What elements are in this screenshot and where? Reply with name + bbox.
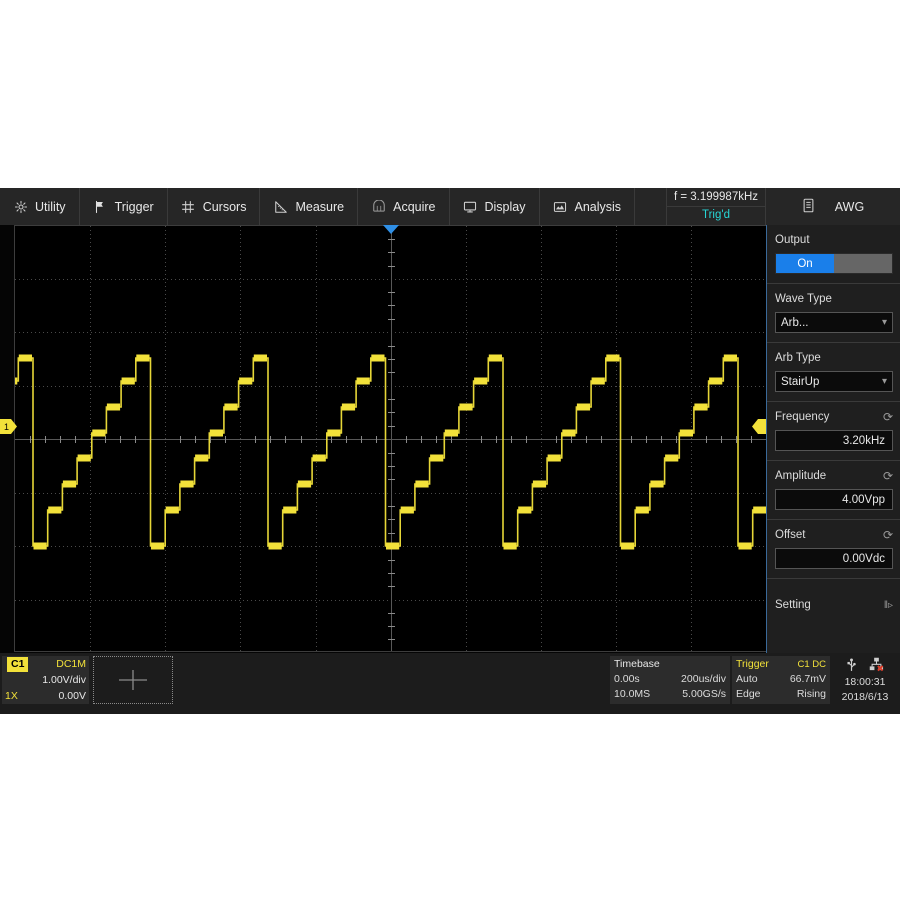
- menu-label-cursors: Cursors: [202, 199, 247, 214]
- awg-amplitude-field[interactable]: 4.00Vpp: [775, 489, 893, 510]
- menu-item-cursors[interactable]: Cursors: [168, 188, 261, 225]
- menu-label-trigger: Trigger: [114, 199, 154, 214]
- waveform-display-area[interactable]: 1: [0, 225, 768, 653]
- menu-label-analysis: Analysis: [574, 199, 622, 214]
- timebase-time-div: 200us/div: [681, 673, 726, 685]
- awg-amplitude-label: Amplitude: [775, 470, 827, 482]
- trigger-status-badge: Trig'd: [667, 206, 765, 224]
- awg-list-icon: [802, 198, 815, 216]
- analysis-icon: [553, 199, 568, 214]
- frequency-counter: f = 3.199987kHz Trig'd: [667, 188, 766, 225]
- monitor-icon: [463, 199, 478, 214]
- awg-output-section: Output On: [767, 225, 900, 284]
- measure-triangle-icon: [273, 199, 288, 214]
- clock-box: 18:00:31 2018/6/13: [832, 656, 898, 704]
- awg-wavetype-section: Wave Type Arb... ▾: [767, 284, 900, 343]
- awg-arbtype-section: Arb Type StairUp ▾: [767, 343, 900, 402]
- waveform-trace: [15, 354, 768, 550]
- awg-panel-header: AWG: [766, 188, 900, 226]
- crosshair-grid-icon: [181, 199, 196, 214]
- clock-time: 18:00:31: [844, 676, 886, 688]
- awg-title: AWG: [834, 199, 865, 214]
- awg-output-off-state[interactable]: [834, 254, 892, 273]
- awg-arbtype-select[interactable]: StairUp ▾: [775, 371, 893, 392]
- svg-text:1: 1: [4, 422, 9, 432]
- top-menu-bar: Utility Trigger Cursors Measure Acquire …: [0, 188, 766, 226]
- menu-item-utility[interactable]: Utility: [0, 188, 80, 225]
- menu-label-display: Display: [484, 199, 526, 214]
- trigger-type: Edge: [736, 688, 761, 700]
- menu-item-display[interactable]: Display: [450, 188, 540, 225]
- timebase-memory: 10.0MS: [614, 688, 651, 700]
- awg-wavetype-label: Wave Type: [775, 293, 832, 305]
- awg-offset-label: Offset: [775, 529, 806, 541]
- trigger-info-box[interactable]: Trigger C1 DC Auto 66.7mV Edge Rising: [732, 656, 830, 704]
- clock-date: 2018/6/13: [841, 691, 889, 703]
- trigger-position-marker[interactable]: [383, 225, 399, 234]
- awg-side-panel: Output On Wave Type Arb... ▾ Arb Type St…: [766, 225, 900, 653]
- timebase-title: Timebase: [614, 658, 660, 670]
- waveform-grid: [14, 225, 768, 652]
- timebase-info-box[interactable]: Timebase 0.00s 200us/div 10.0MS 5.00GS/s: [610, 656, 730, 704]
- timebase-sample-rate: 5.00GS/s: [682, 688, 726, 700]
- refresh-icon[interactable]: ⟳: [883, 527, 893, 543]
- awg-arbtype-value: StairUp: [781, 375, 820, 388]
- menu-item-trigger[interactable]: Trigger: [80, 188, 168, 225]
- awg-offset-value: 0.00Vdc: [842, 552, 885, 565]
- awg-setting-row[interactable]: Setting ‖▹: [767, 579, 900, 619]
- frequency-value: f = 3.199987kHz: [673, 191, 759, 203]
- menu-spacer: [635, 188, 667, 225]
- add-channel-placeholder[interactable]: [93, 656, 173, 704]
- awg-output-on-state[interactable]: On: [776, 254, 834, 273]
- trigger-mode: Auto: [736, 673, 758, 685]
- awg-setting-label: Setting: [775, 599, 811, 611]
- channel-offset-marker-left[interactable]: 1: [0, 419, 17, 434]
- menu-item-acquire[interactable]: Acquire: [358, 188, 450, 225]
- channel-coupling: DC1M: [56, 658, 86, 670]
- awg-wavetype-select[interactable]: Arb... ▾: [775, 312, 893, 333]
- menu-label-acquire: Acquire: [393, 199, 436, 214]
- chevron-down-icon: ▾: [881, 376, 887, 387]
- awg-frequency-field[interactable]: 3.20kHz: [775, 430, 893, 451]
- channel-name-badge: C1: [7, 657, 29, 672]
- timebase-delay: 0.00s: [614, 673, 640, 685]
- oscilloscope-screen: Utility Trigger Cursors Measure Acquire …: [0, 188, 900, 714]
- awg-frequency-label: Frequency: [775, 411, 830, 423]
- gear-icon: [13, 199, 28, 214]
- trigger-title: Trigger: [736, 658, 769, 670]
- awg-wavetype-value: Arb...: [781, 316, 809, 329]
- awg-output-toggle[interactable]: On: [775, 253, 893, 274]
- bottom-status-bar: C1 DC1M 1.00V/div 1X 0.00V Timebase 0.00s 2…: [0, 653, 900, 714]
- awg-frequency-value: 3.20kHz: [842, 434, 885, 447]
- awg-offset-section: Offset ⟳ 0.00Vdc: [767, 520, 900, 579]
- flag-icon: [93, 199, 108, 214]
- awg-arbtype-label: Arb Type: [775, 352, 821, 364]
- awg-amplitude-section: Amplitude ⟳ 4.00Vpp: [767, 461, 900, 520]
- awg-amplitude-value: 4.00Vpp: [842, 493, 885, 506]
- next-page-icon[interactable]: ‖▹: [884, 600, 893, 611]
- awg-output-label: Output: [775, 234, 810, 246]
- menu-item-measure[interactable]: Measure: [260, 188, 359, 225]
- channel-offset-value: 0.00V: [58, 690, 86, 702]
- usb-icon: [846, 657, 857, 675]
- lan-disconnected-icon: [869, 657, 884, 675]
- channel-volts-div: 1.00V/div: [42, 674, 86, 686]
- chevron-down-icon: ▾: [881, 317, 887, 328]
- refresh-icon[interactable]: ⟳: [883, 468, 893, 484]
- awg-frequency-section: Frequency ⟳ 3.20kHz: [767, 402, 900, 461]
- channel-probe: 1X: [5, 690, 18, 702]
- menu-label-measure: Measure: [295, 199, 345, 214]
- acquire-icon: [371, 199, 386, 214]
- trigger-level: 66.7mV: [789, 673, 826, 685]
- trigger-slope: Rising: [796, 688, 826, 700]
- channel-info-box[interactable]: C1 DC1M 1.00V/div 1X 0.00V: [2, 656, 89, 704]
- channel-offset-marker-right[interactable]: [752, 419, 767, 434]
- awg-offset-field[interactable]: 0.00Vdc: [775, 548, 893, 569]
- menu-item-analysis[interactable]: Analysis: [540, 188, 636, 225]
- trigger-source: C1 DC: [797, 659, 826, 670]
- plus-icon: [119, 670, 147, 690]
- refresh-icon[interactable]: ⟳: [883, 409, 893, 425]
- menu-label-utility: Utility: [35, 199, 66, 214]
